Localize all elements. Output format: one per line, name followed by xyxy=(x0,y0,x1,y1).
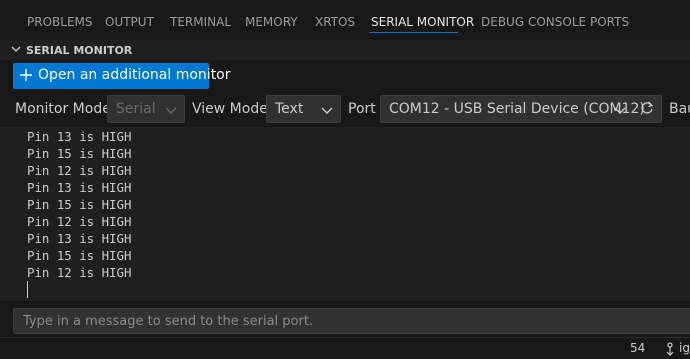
view-mode-select[interactable]: Text xyxy=(266,95,341,123)
plus-icon xyxy=(20,69,32,81)
chevron-down-icon xyxy=(614,107,626,114)
monitor-mode-label: Monitor Mode xyxy=(15,101,111,117)
output-line: Pin 13 is HIGH xyxy=(27,231,132,246)
output-line: Pin 15 is HIGH xyxy=(27,197,132,212)
monitor-mode-select[interactable]: Serial xyxy=(107,95,185,123)
output-line: Pin 15 is HIGH xyxy=(27,248,132,263)
status-branch-text[interactable]: ig xyxy=(679,341,690,355)
serial-message-input[interactable] xyxy=(13,308,690,334)
view-mode-value: Text xyxy=(275,101,304,117)
monitor-mode-value: Serial xyxy=(116,101,156,117)
tab-debug-console[interactable]: DEBUG CONSOLE xyxy=(481,15,586,29)
tab-memory[interactable]: MEMORY xyxy=(245,15,298,29)
text-cursor xyxy=(27,281,28,298)
status-count[interactable]: 54 xyxy=(630,341,645,355)
tab-output[interactable]: OUTPUT xyxy=(105,15,154,29)
active-tab-indicator xyxy=(370,32,458,33)
view-mode-label: View Mode xyxy=(192,101,268,117)
port-select[interactable]: COM12 - USB Serial Device (COM12) xyxy=(380,95,662,123)
port-label: Port xyxy=(348,101,376,117)
chevron-down-icon xyxy=(165,107,177,114)
section-header[interactable]: SERIAL MONITOR xyxy=(0,40,690,60)
refresh-icon[interactable] xyxy=(639,100,655,116)
output-line: Pin 13 is HIGH xyxy=(27,180,132,195)
chevron-down-icon[interactable] xyxy=(10,43,22,55)
tab-serial-monitor[interactable]: SERIAL MONITOR xyxy=(371,15,474,29)
open-additional-monitor-button[interactable]: Open an additional monitor xyxy=(13,63,231,89)
panel-tab-bar: PROBLEMS OUTPUT TERMINAL MEMORY XRTOS SE… xyxy=(0,0,690,40)
section-title: SERIAL MONITOR xyxy=(26,44,133,57)
port-value: COM12 - USB Serial Device (COM12) xyxy=(389,101,645,117)
output-line: Pin 12 is HIGH xyxy=(27,265,132,280)
tab-xrtos[interactable]: XRTOS xyxy=(315,15,355,29)
baud-label: Bau xyxy=(669,101,690,117)
output-line: Pin 15 is HIGH xyxy=(27,146,132,161)
serial-output[interactable]: Pin 13 is HIGH Pin 15 is HIGH Pin 12 is … xyxy=(0,127,690,301)
tab-terminal[interactable]: TERMINAL xyxy=(170,15,231,29)
tab-problems[interactable]: PROBLEMS xyxy=(27,15,93,29)
tab-ports[interactable]: PORTS xyxy=(590,15,629,29)
status-bar: 54 ig xyxy=(0,337,690,359)
output-line: Pin 12 is HIGH xyxy=(27,214,132,229)
open-monitor-label: Open an additional monitor xyxy=(38,67,231,83)
output-line: Pin 13 is HIGH xyxy=(27,129,132,144)
chevron-down-icon xyxy=(321,107,333,114)
output-line: Pin 12 is HIGH xyxy=(27,163,132,178)
git-branch-icon xyxy=(666,342,674,356)
